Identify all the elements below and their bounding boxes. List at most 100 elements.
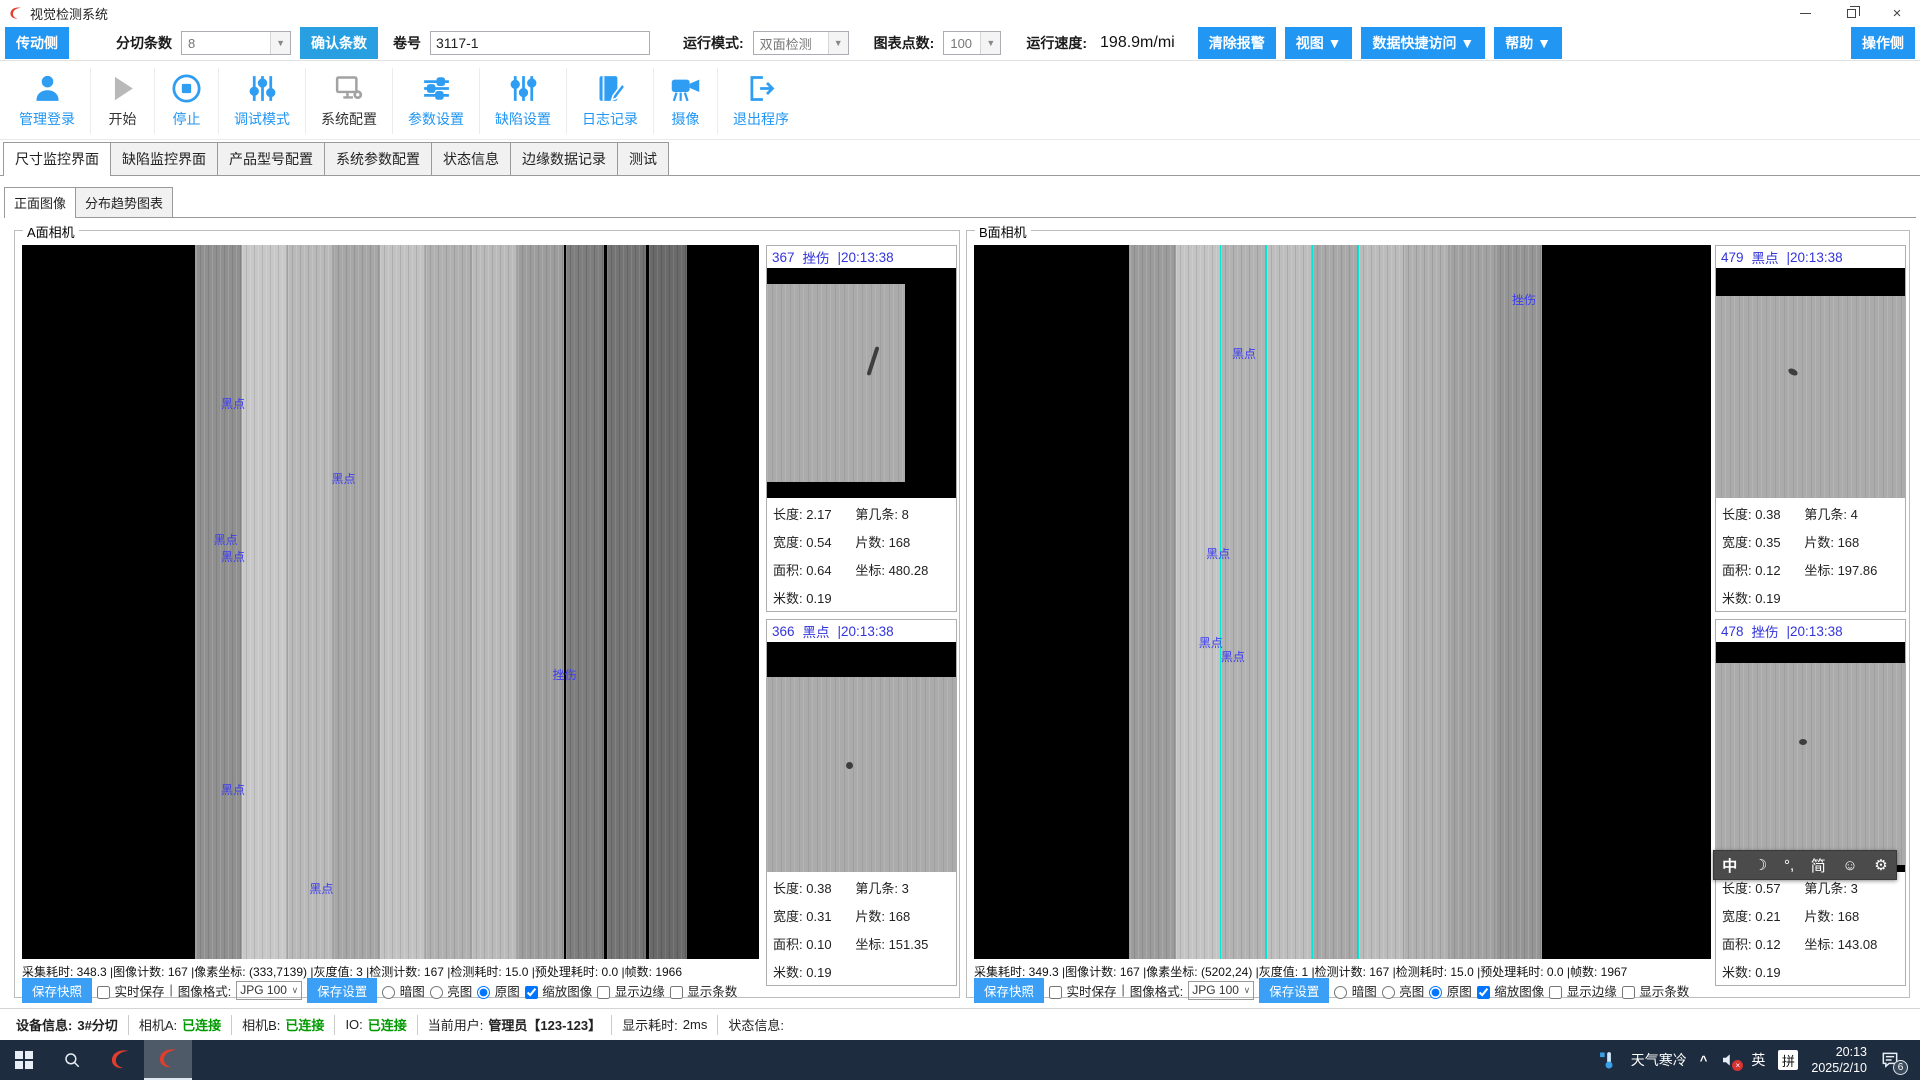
save-settings-button[interactable]: 保存设置	[307, 978, 377, 1003]
mute-badge: ×	[1732, 1060, 1743, 1071]
defect-marker-label: 黑点	[332, 470, 356, 487]
ime-emoji-icon[interactable]: ☺	[1842, 857, 1857, 874]
volume-muted-icon[interactable]: ×	[1720, 1051, 1738, 1069]
defect-id: 367	[772, 250, 795, 265]
defect-time: |20:13:38	[838, 250, 894, 265]
app-logo-icon	[8, 6, 23, 21]
roll-number-input[interactable]	[430, 31, 650, 55]
ime-settings-gear-icon[interactable]: ⚙	[1874, 856, 1887, 874]
clock[interactable]: 20:13 2025/2/10	[1811, 1044, 1867, 1077]
chart-points-select[interactable]: 100▼	[943, 31, 1001, 55]
camera-b-defect-list: 479 黑点 |20:13:38 长度: 0.38 第几条: 4 宽度: 0.3…	[1715, 245, 1906, 993]
slit-count-label: 分切条数	[116, 33, 172, 53]
save-snapshot-button[interactable]: 保存快照	[974, 978, 1044, 1003]
slit-count-select[interactable]: 8▼	[181, 31, 291, 55]
admin-login-button[interactable]: 管理登录	[4, 68, 90, 134]
camera-record-button[interactable]: 摄像	[653, 68, 717, 134]
defect-marker-label: 黑点	[1232, 345, 1256, 362]
confirm-count-button[interactable]: 确认条数	[300, 27, 378, 59]
show-edges-checkbox[interactable]: 显示边缘	[597, 981, 665, 1000]
ime-punctuation-icon[interactable]: °,	[1784, 857, 1794, 874]
run-mode-select[interactable]: 双面检测▼	[753, 31, 849, 55]
defect-marker-label: 黑点	[221, 781, 245, 798]
sub-tabbar: 正面图像 分布趋势图表	[4, 189, 1916, 218]
tab-edge-data[interactable]: 边缘数据记录	[510, 142, 618, 175]
parameter-settings-button[interactable]: 参数设置	[392, 68, 479, 134]
help-menu-button[interactable]: 帮助 ▼	[1494, 27, 1562, 59]
realtime-save-checkbox[interactable]: 实时保存	[97, 981, 165, 1000]
thermometer-icon[interactable]	[1598, 1050, 1618, 1070]
clear-alarm-button[interactable]: 清除报警	[1198, 27, 1276, 59]
defect-thumbnail[interactable]	[1716, 642, 1905, 872]
defect-thumbnail[interactable]	[1716, 268, 1905, 498]
show-strip-count-checkbox[interactable]: 显示条数	[670, 981, 738, 1000]
system-config-button[interactable]: 系统配置	[305, 68, 392, 134]
io-connection: IO: 已连接	[335, 1015, 417, 1035]
camera-b-controls: 保存快照 实时保存 | 图像格式: JPG 100∨ 保存设置 暗图 亮图 原图…	[974, 980, 1906, 1000]
notification-badge: 6	[1893, 1060, 1908, 1075]
chart-points-label: 图表点数:	[874, 33, 935, 53]
bright-image-radio[interactable]: 亮图	[1382, 981, 1425, 1000]
ime-mode-toggle[interactable]: 中	[1722, 855, 1737, 876]
realtime-save-checkbox[interactable]: 实时保存	[1049, 981, 1117, 1000]
defect-card[interactable]: 367 挫伤 |20:13:38 长度: 2.17 第几条: 8 宽度: 0.5…	[766, 245, 957, 612]
defect-marker-label: 黑点	[1199, 634, 1223, 651]
zoom-image-checkbox[interactable]: 缩放图像	[1477, 981, 1545, 1000]
zoom-image-checkbox[interactable]: 缩放图像	[525, 981, 593, 1000]
exit-program-button[interactable]: 退出程序	[717, 68, 804, 134]
ime-simplified-toggle[interactable]: 简	[1811, 855, 1826, 876]
defect-card[interactable]: 366 黑点 |20:13:38 长度: 0.38 第几条: 3 宽度: 0.3…	[766, 619, 957, 986]
defect-card[interactable]: 479 黑点 |20:13:38 长度: 0.38 第几条: 4 宽度: 0.3…	[1715, 245, 1906, 612]
tab-product-model[interactable]: 产品型号配置	[217, 142, 325, 175]
image-format-select[interactable]: JPG 100∨	[1188, 981, 1254, 1000]
defect-marker-label: 挫伤	[553, 666, 577, 683]
data-quick-access-button[interactable]: 数据快捷访问 ▼	[1361, 27, 1485, 59]
original-image-radio[interactable]: 原图	[1429, 981, 1472, 1000]
operator-side-button[interactable]: 操作侧	[1851, 27, 1915, 59]
weather-text[interactable]: 天气寒冷	[1631, 1050, 1687, 1070]
show-strip-count-checkbox[interactable]: 显示条数	[1622, 981, 1690, 1000]
camera-b-image[interactable]: 挫伤 黑点 黑点 黑点 黑点	[974, 245, 1711, 959]
tab-size-monitor[interactable]: 尺寸监控界面	[3, 142, 111, 176]
strip-band-plain	[566, 245, 688, 959]
stop-button[interactable]: 停止	[154, 68, 218, 134]
camera-a-image[interactable]: 黑点 黑点 黑点 黑点 挫伤 黑点 黑点	[22, 245, 759, 959]
dark-image-radio[interactable]: 暗图	[382, 981, 425, 1000]
defect-thumbnail[interactable]	[767, 642, 956, 872]
bright-image-radio[interactable]: 亮图	[430, 981, 473, 1000]
view-menu-button[interactable]: 视图 ▼	[1285, 27, 1353, 59]
dark-image-radio[interactable]: 暗图	[1334, 981, 1377, 1000]
tray-expand-chevron[interactable]: ^	[1700, 1053, 1708, 1068]
pinned-app-button[interactable]	[96, 1040, 144, 1080]
maximize-button[interactable]	[1828, 0, 1874, 26]
search-button[interactable]	[48, 1040, 96, 1080]
defect-settings-button[interactable]: 缺陷设置	[479, 68, 566, 134]
defect-time: |20:13:38	[838, 624, 894, 639]
current-user: 当前用户: 管理员【123-123】	[418, 1015, 612, 1035]
tab-status-info[interactable]: 状态信息	[431, 142, 511, 175]
drive-side-button[interactable]: 传动侧	[5, 27, 69, 59]
subtab-front-image[interactable]: 正面图像	[4, 187, 76, 218]
log-record-button[interactable]: 日志记录	[566, 68, 653, 134]
save-settings-button[interactable]: 保存设置	[1259, 978, 1329, 1003]
original-image-radio[interactable]: 原图	[477, 981, 520, 1000]
subtab-trend-chart[interactable]: 分布趋势图表	[75, 187, 173, 217]
image-format-select[interactable]: JPG 100∨	[236, 981, 302, 1000]
tab-test[interactable]: 测试	[617, 142, 669, 175]
defect-thumbnail[interactable]	[767, 268, 956, 498]
defect-card[interactable]: 478 挫伤 |20:13:38 长度: 0.57 第几条: 3 宽度: 0.2…	[1715, 619, 1906, 986]
start-button[interactable]	[0, 1040, 48, 1080]
show-edges-checkbox[interactable]: 显示边缘	[1549, 981, 1617, 1000]
ime-fullwidth-icon[interactable]: ☽	[1754, 856, 1767, 874]
notification-center-button[interactable]: 6	[1880, 1050, 1900, 1070]
minimize-button[interactable]	[1782, 0, 1828, 26]
debug-mode-button[interactable]: 调试模式	[218, 68, 305, 134]
tab-defect-monitor[interactable]: 缺陷监控界面	[110, 142, 218, 175]
language-indicator[interactable]: 英	[1751, 1050, 1765, 1070]
tab-system-params[interactable]: 系统参数配置	[324, 142, 432, 175]
ime-indicator[interactable]: 拼	[1778, 1050, 1798, 1070]
save-snapshot-button[interactable]: 保存快照	[22, 978, 92, 1003]
close-button[interactable]: ×	[1874, 0, 1920, 26]
running-app-button[interactable]	[144, 1040, 192, 1080]
start-button[interactable]: 开始	[90, 68, 154, 134]
